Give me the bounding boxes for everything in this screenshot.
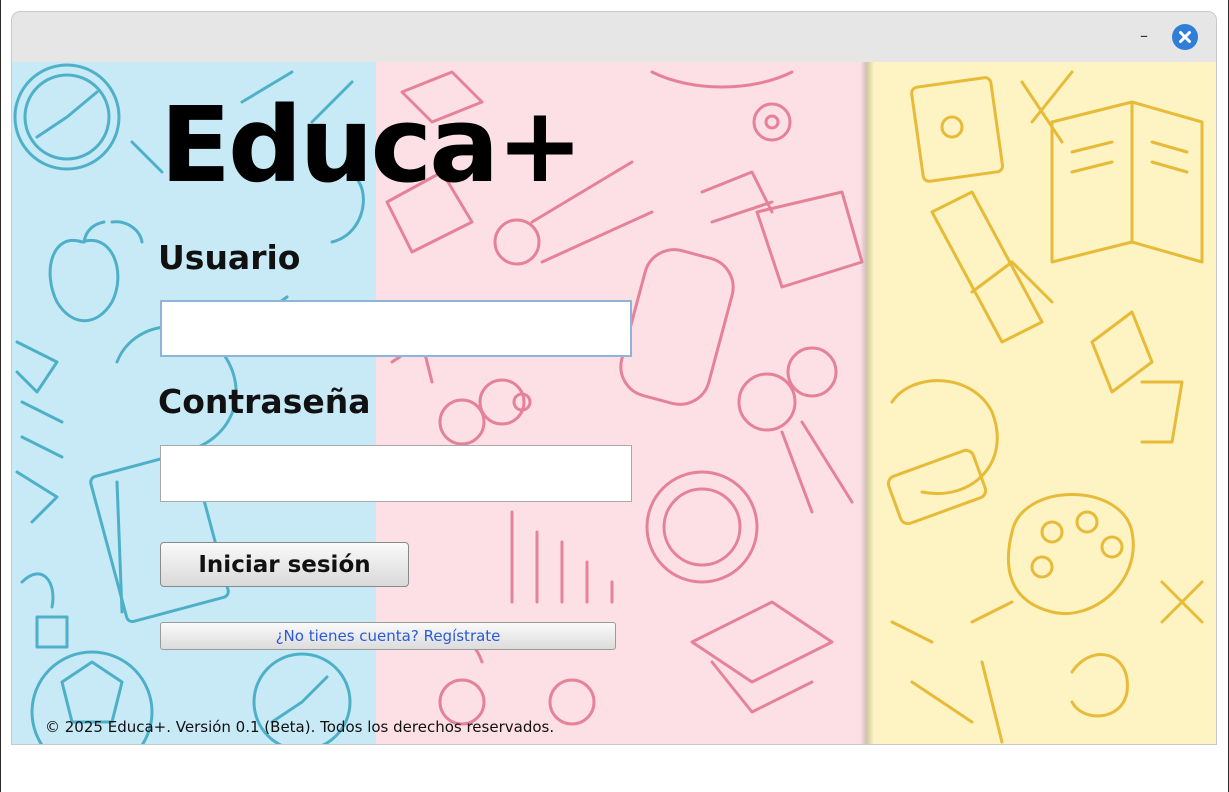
username-input[interactable]	[160, 300, 632, 357]
login-content: Educa+ Usuario Contraseña Iniciar sesión…	[12, 62, 1216, 744]
close-icon[interactable]	[1172, 24, 1198, 50]
minimize-button[interactable]: –	[1134, 24, 1154, 48]
login-button[interactable]: Iniciar sesión	[160, 542, 409, 587]
username-label: Usuario	[158, 238, 301, 277]
app-title: Educa+	[160, 84, 583, 206]
screen-frame-left	[0, 0, 1, 792]
password-input[interactable]	[160, 445, 632, 502]
register-link[interactable]: ¿No tienes cuenta? Regístrate	[160, 622, 616, 650]
password-label: Contraseña	[158, 382, 371, 421]
login-window: – Educa+ Usuario Contraseña Iniciar sesi…	[12, 12, 1216, 744]
window-titlebar[interactable]: –	[12, 12, 1216, 62]
copyright-text: © 2025 Educa+. Versión 0.1 (Beta). Todos…	[45, 718, 555, 736]
